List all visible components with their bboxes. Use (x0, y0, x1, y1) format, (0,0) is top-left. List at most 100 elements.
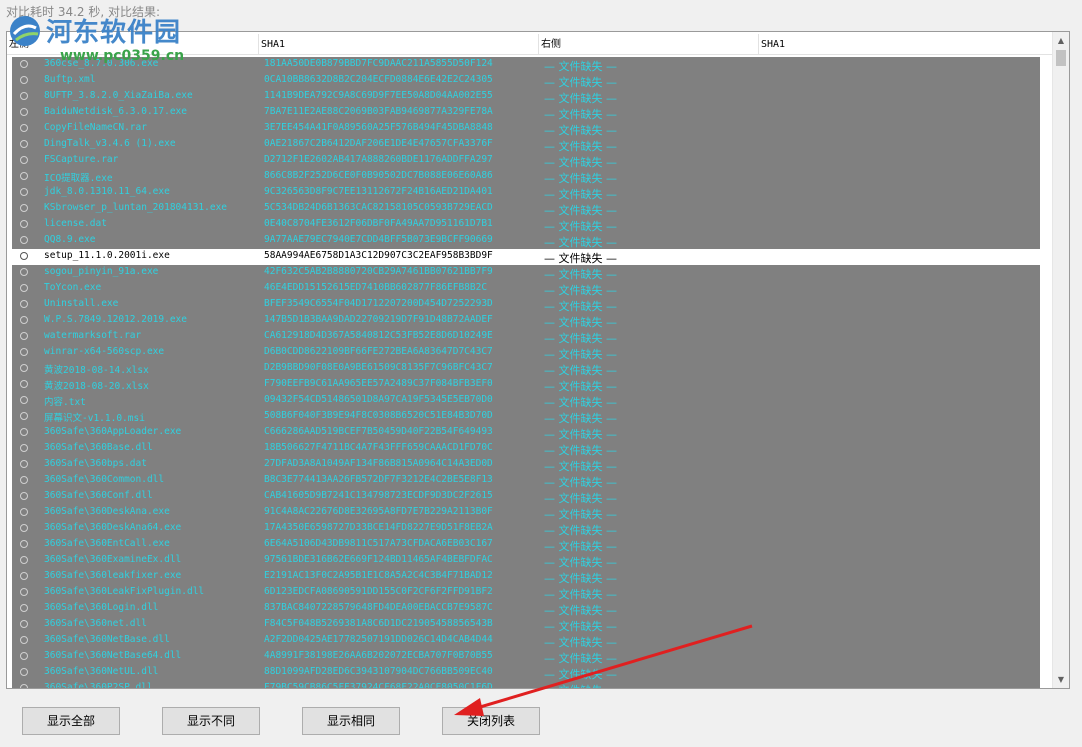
table-row[interactable]: 360Safe\360ExamineEx.dll 97561BDE316B62E6… (12, 553, 1040, 569)
show-different-button[interactable]: 显示不同 (162, 707, 260, 735)
comparison-list[interactable]: 左侧 SHA1 右侧 SHA1 360cse_8.7.0.306.exe 181A… (6, 31, 1070, 689)
scroll-thumb[interactable] (1056, 50, 1066, 66)
table-row[interactable]: 360Safe\360Base.dll 18B506627F4711BC4A7F4… (12, 441, 1040, 457)
table-row[interactable]: FSCapture.rar D2712F1E2602AB417A888260BDE… (12, 153, 1040, 169)
column-header-sha1-right[interactable]: SHA1 (759, 34, 1055, 54)
row-radio-button[interactable] (20, 444, 28, 452)
row-radio-button[interactable] (20, 684, 28, 688)
table-row[interactable]: 内容.txt 09432F54CD51486501D8A97CA19F5345E5… (12, 393, 1040, 409)
row-radio-button[interactable] (20, 396, 28, 404)
table-row[interactable]: sogou_pinyin_91a.exe 42F632C5AB2B8880720C… (12, 265, 1040, 281)
table-row[interactable]: 黄波2018-08-14.xlsx D2B9BBD90F08E0A9BE61509… (12, 361, 1040, 377)
row-radio-button[interactable] (20, 220, 28, 228)
row-radio-button[interactable] (20, 188, 28, 196)
row-radio-button[interactable] (20, 284, 28, 292)
table-row[interactable]: 360Safe\360Conf.dll CAB41605D9B7241C13479… (12, 489, 1040, 505)
table-row[interactable]: CopyFileNameCN.rar 3E7EE454A41F0A89560A25… (12, 121, 1040, 137)
table-row[interactable]: 360Safe\360NetBase.dll A2F2DD0425AE177825… (12, 633, 1040, 649)
table-row[interactable]: 360Safe\360Login.dll 837BAC8407228579648F… (12, 601, 1040, 617)
table-row[interactable]: QQ8.9.exe 9A77AAE79EC7940E7CDD4BFF5B073E9… (12, 233, 1040, 249)
row-radio-button[interactable] (20, 460, 28, 468)
scroll-down-icon[interactable]: ▼ (1053, 671, 1069, 688)
table-row[interactable]: 360Safe\360P2SP.dll F79BC59CB86C5FE37924C… (12, 681, 1040, 688)
table-row[interactable]: ICO提取器.exe 866C8B2F252D6CE0F0B90502DC7B08… (12, 169, 1040, 185)
table-row[interactable]: 360Safe\360LeakFixPlugin.dll 6D123EDCFA08… (12, 585, 1040, 601)
row-right-status: — 文件缺失 — (544, 620, 617, 633)
row-radio-button[interactable] (20, 140, 28, 148)
table-row[interactable]: 8uftp.xml 0CA10BB8632D8B2C204ECFD0884E6E4… (12, 73, 1040, 89)
vertical-scrollbar[interactable]: ▲ ▼ (1052, 32, 1069, 688)
row-left-filename: 内容.txt (44, 397, 86, 408)
row-radio-button[interactable] (20, 668, 28, 676)
table-row[interactable]: winrar-x64-560scp.exe D6B0CDD8622109BF66F… (12, 345, 1040, 361)
row-radio-button[interactable] (20, 412, 28, 420)
row-radio-button[interactable] (20, 524, 28, 532)
row-radio-button[interactable] (20, 364, 28, 372)
row-radio-button[interactable] (20, 492, 28, 500)
table-row[interactable]: watermarksoft.rar CA612918D4D367A5840812C… (12, 329, 1040, 345)
table-row[interactable]: W.P.S.7849.12012.2019.exe 147B5D1B3BAA9DA… (12, 313, 1040, 329)
table-row[interactable]: Uninstall.exe BFEF3549C6554F04D1712207200… (12, 297, 1040, 313)
table-row[interactable]: 360Safe\360NetUL.dll 88D1099AFD28ED6C3943… (12, 665, 1040, 681)
row-radio-button[interactable] (20, 300, 28, 308)
table-row[interactable]: 360Safe\360Common.dll B8C3E774413AA26FB57… (12, 473, 1040, 489)
row-radio-button[interactable] (20, 476, 28, 484)
row-radio-button[interactable] (20, 252, 28, 260)
table-row[interactable]: ToYcon.exe 46E4EDD15152615ED7410BB602877F… (12, 281, 1040, 297)
table-row[interactable]: 360cse_8.7.0.306.exe 181AA50DE0B879BBD7FC… (12, 57, 1040, 73)
row-radio-button[interactable] (20, 92, 28, 100)
row-radio-button[interactable] (20, 540, 28, 548)
table-row[interactable]: 360Safe\360DeskAna64.exe 17A4350E6598727D… (12, 521, 1040, 537)
row-radio-button[interactable] (20, 428, 28, 436)
table-row[interactable]: 360Safe\360NetBase64.dll 4A8991F38198E26A… (12, 649, 1040, 665)
row-left-sha1: 6E64A5106D43DB9811C517A73CFDACA6EB03C167 (264, 538, 493, 549)
row-left-sha1: F790EEFB9C61AA965EE57A2489C37F084BFB3EF0 (264, 378, 493, 389)
row-radio-button[interactable] (20, 620, 28, 628)
table-row[interactable]: 360Safe\360AppLoader.exe C666286AAD519BCE… (12, 425, 1040, 441)
row-left-sha1: 42F632C5AB2B8880720CB29A7461BB07621BB7F9 (264, 266, 493, 277)
table-row[interactable]: 360Safe\360leakfixer.exe E2191AC13F0C2A95… (12, 569, 1040, 585)
row-radio-button[interactable] (20, 556, 28, 564)
row-radio-button[interactable] (20, 636, 28, 644)
show-all-button[interactable]: 显示全部 (22, 707, 120, 735)
table-row[interactable]: 360Safe\360net.dll F84C5F048B5269381A8C6D… (12, 617, 1040, 633)
table-row[interactable]: jdk_8.0.1310.11_64.exe 9C326563D8F9C7EE13… (12, 185, 1040, 201)
show-same-button[interactable]: 显示相同 (302, 707, 400, 735)
table-row[interactable]: setup_11.1.0.2001i.exe 58AA994AE6758D1A3C… (12, 249, 1040, 265)
close-list-button[interactable]: 关闭列表 (442, 707, 540, 735)
row-radio-button[interactable] (20, 316, 28, 324)
column-header-sha1-left[interactable]: SHA1 (259, 34, 539, 54)
scroll-up-icon[interactable]: ▲ (1053, 32, 1069, 49)
row-radio-button[interactable] (20, 604, 28, 612)
table-row[interactable]: 屏幕识文-v1.1.0.msi 508B6F040F3B9E94F8C0308B6… (12, 409, 1040, 425)
column-header-left[interactable]: 左侧 (7, 34, 259, 54)
table-row[interactable]: 360Safe\360EntCall.exe 6E64A5106D43DB9811… (12, 537, 1040, 553)
row-radio-button[interactable] (20, 124, 28, 132)
row-radio-button[interactable] (20, 572, 28, 580)
row-radio-button[interactable] (20, 332, 28, 340)
row-radio-button[interactable] (20, 156, 28, 164)
table-row[interactable]: 360Safe\360DeskAna.exe 91C4A8AC22676D8E32… (12, 505, 1040, 521)
table-row[interactable]: 360Safe\360bps.dat 27DFAD3A8A1049AF134F86… (12, 457, 1040, 473)
row-radio-button[interactable] (20, 60, 28, 68)
table-row[interactable]: license.dat 0E40C8704FE3612F06DBF0FA49AA7… (12, 217, 1040, 233)
row-radio-button[interactable] (20, 652, 28, 660)
column-header-right[interactable]: 右侧 (539, 34, 759, 54)
row-radio-button[interactable] (20, 76, 28, 84)
row-right-status: — 文件缺失 — (544, 316, 617, 329)
table-row[interactable]: DingTalk_v3.4.6 (1).exe 0AE21867C2B6412DA… (12, 137, 1040, 153)
row-radio-button[interactable] (20, 108, 28, 116)
row-radio-button[interactable] (20, 348, 28, 356)
row-radio-button[interactable] (20, 508, 28, 516)
table-row[interactable]: 黄波2018-08-20.xlsx F790EEFB9C61AA965EE57A2… (12, 377, 1040, 393)
table-row[interactable]: KSbrowser_p_luntan_201804131.exe 5C534DB2… (12, 201, 1040, 217)
row-radio-button[interactable] (20, 236, 28, 244)
row-radio-button[interactable] (20, 172, 28, 180)
row-radio-button[interactable] (20, 380, 28, 388)
row-radio-button[interactable] (20, 588, 28, 596)
row-left-filename: 360Safe\360Conf.dll (44, 490, 153, 501)
row-radio-button[interactable] (20, 204, 28, 212)
table-row[interactable]: BaiduNetdisk_6.3.0.17.exe 7BA7E11E2AE88C2… (12, 105, 1040, 121)
table-row[interactable]: 8UFTP_3.8.2.0_XiaZaiBa.exe 1141B9DEA792C9… (12, 89, 1040, 105)
row-radio-button[interactable] (20, 268, 28, 276)
